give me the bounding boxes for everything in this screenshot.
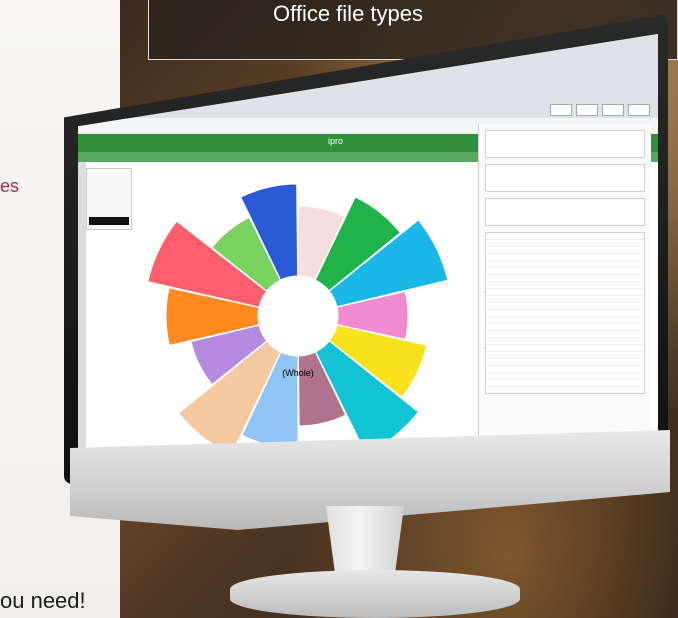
toolbar-button-2[interactable] [576, 104, 598, 116]
monitor-stand-base [230, 570, 520, 618]
sunburst-chart: (Whole) [147, 183, 449, 454]
toolbar-button-4[interactable] [628, 104, 650, 116]
toolbar-buttons [550, 104, 650, 116]
side-text-fragment: es [0, 176, 20, 196]
toolbar-button-3[interactable] [602, 104, 624, 116]
details-field-1[interactable] [485, 130, 645, 158]
bottom-text-fragment: ou need! [0, 588, 86, 613]
title-text: Office file types [273, 1, 423, 26]
details-field-3[interactable] [485, 198, 645, 226]
toolbar-button-1[interactable] [550, 104, 572, 116]
details-panel [478, 124, 651, 449]
details-table [485, 232, 645, 394]
details-field-2[interactable] [485, 164, 645, 192]
sunburst-center [258, 276, 338, 356]
sunburst-center-label: (Whole) [282, 368, 314, 378]
left-rail [78, 162, 86, 454]
